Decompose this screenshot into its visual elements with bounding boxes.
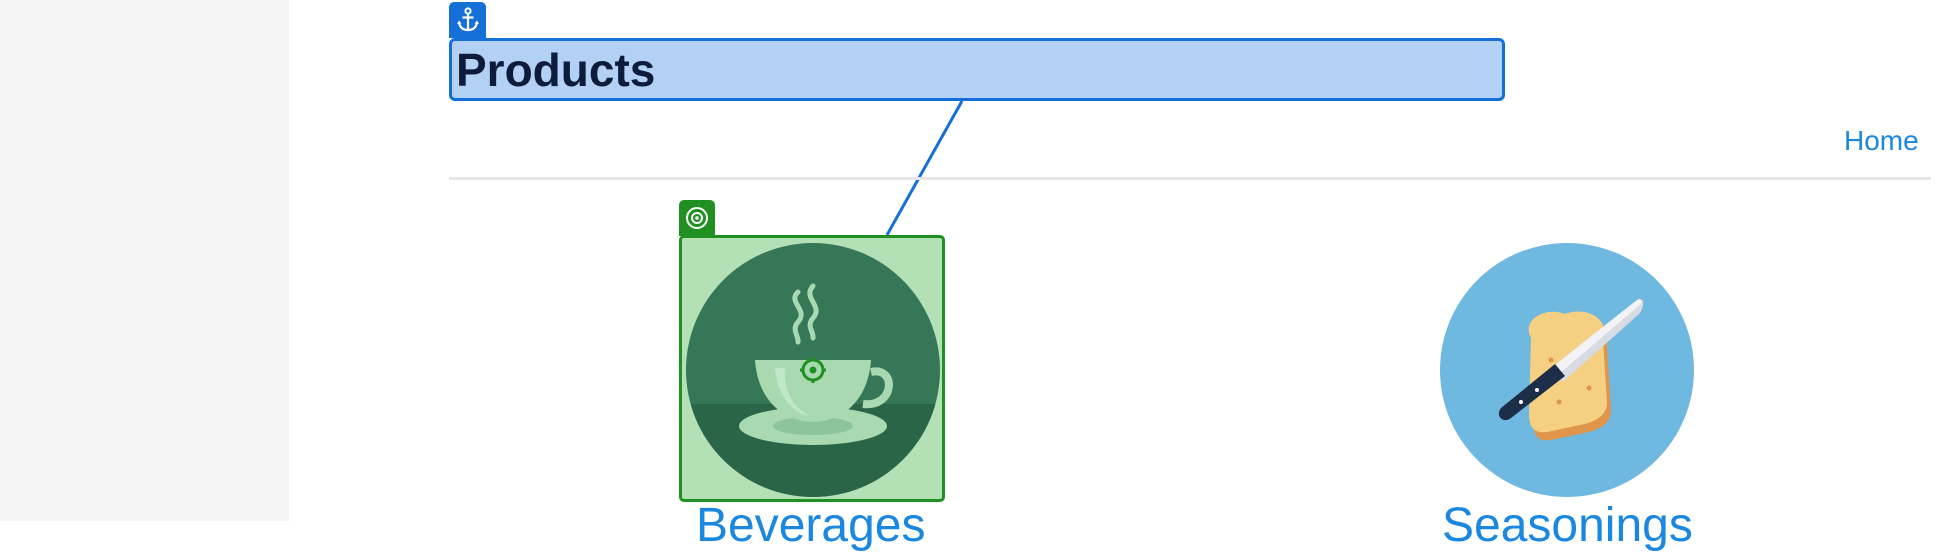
home-link[interactable]: Home <box>1844 125 1919 157</box>
seasonings-image[interactable] <box>1439 242 1695 503</box>
click-target-icon <box>800 357 826 383</box>
header-divider <box>449 177 1931 180</box>
product-link-seasonings[interactable]: Seasonings <box>1442 498 1693 554</box>
product-link-beverages[interactable]: Beverages <box>696 498 925 554</box>
target-icon <box>679 200 715 236</box>
bread-knife-icon <box>1440 243 1694 497</box>
beverages-image[interactable] <box>685 242 941 503</box>
